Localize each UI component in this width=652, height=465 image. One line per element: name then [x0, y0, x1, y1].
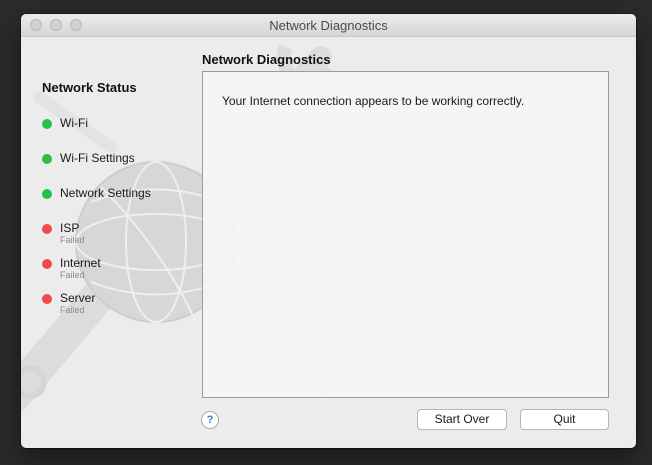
status-failed-icon	[42, 259, 52, 269]
panel-heading: Network Diagnostics	[202, 52, 331, 67]
title-bar[interactable]: Network Diagnostics	[21, 14, 636, 37]
status-item-label: Server	[60, 291, 96, 305]
help-icon[interactable]: ?	[201, 411, 219, 429]
network-diagnostics-window: Network Diagnostics Network Status Wi-Fi…	[21, 14, 636, 448]
status-item-sublabel: Failed	[60, 270, 85, 280]
status-ok-icon	[42, 119, 52, 129]
status-failed-icon	[42, 294, 52, 304]
window-title: Network Diagnostics	[269, 18, 388, 33]
network-status-heading: Network Status	[42, 80, 137, 95]
status-ok-icon	[42, 189, 52, 199]
status-item-sublabel: Failed	[60, 305, 85, 315]
status-ok-icon	[42, 154, 52, 164]
diagnostics-panel: Your Internet connection appears to be w…	[202, 71, 609, 398]
status-item-label: Network Settings	[60, 186, 151, 200]
status-item-label: Internet	[60, 256, 101, 270]
start-over-button[interactable]: Start Over	[417, 409, 507, 430]
status-item-sublabel: Failed	[60, 235, 85, 245]
quit-button[interactable]: Quit	[520, 409, 609, 430]
status-item-label: ISP	[60, 221, 80, 235]
status-item-label: Wi-Fi	[60, 116, 88, 130]
status-failed-icon	[42, 224, 52, 234]
status-item-label: Wi-Fi Settings	[60, 151, 135, 165]
diagnostics-message: Your Internet connection appears to be w…	[222, 94, 525, 108]
